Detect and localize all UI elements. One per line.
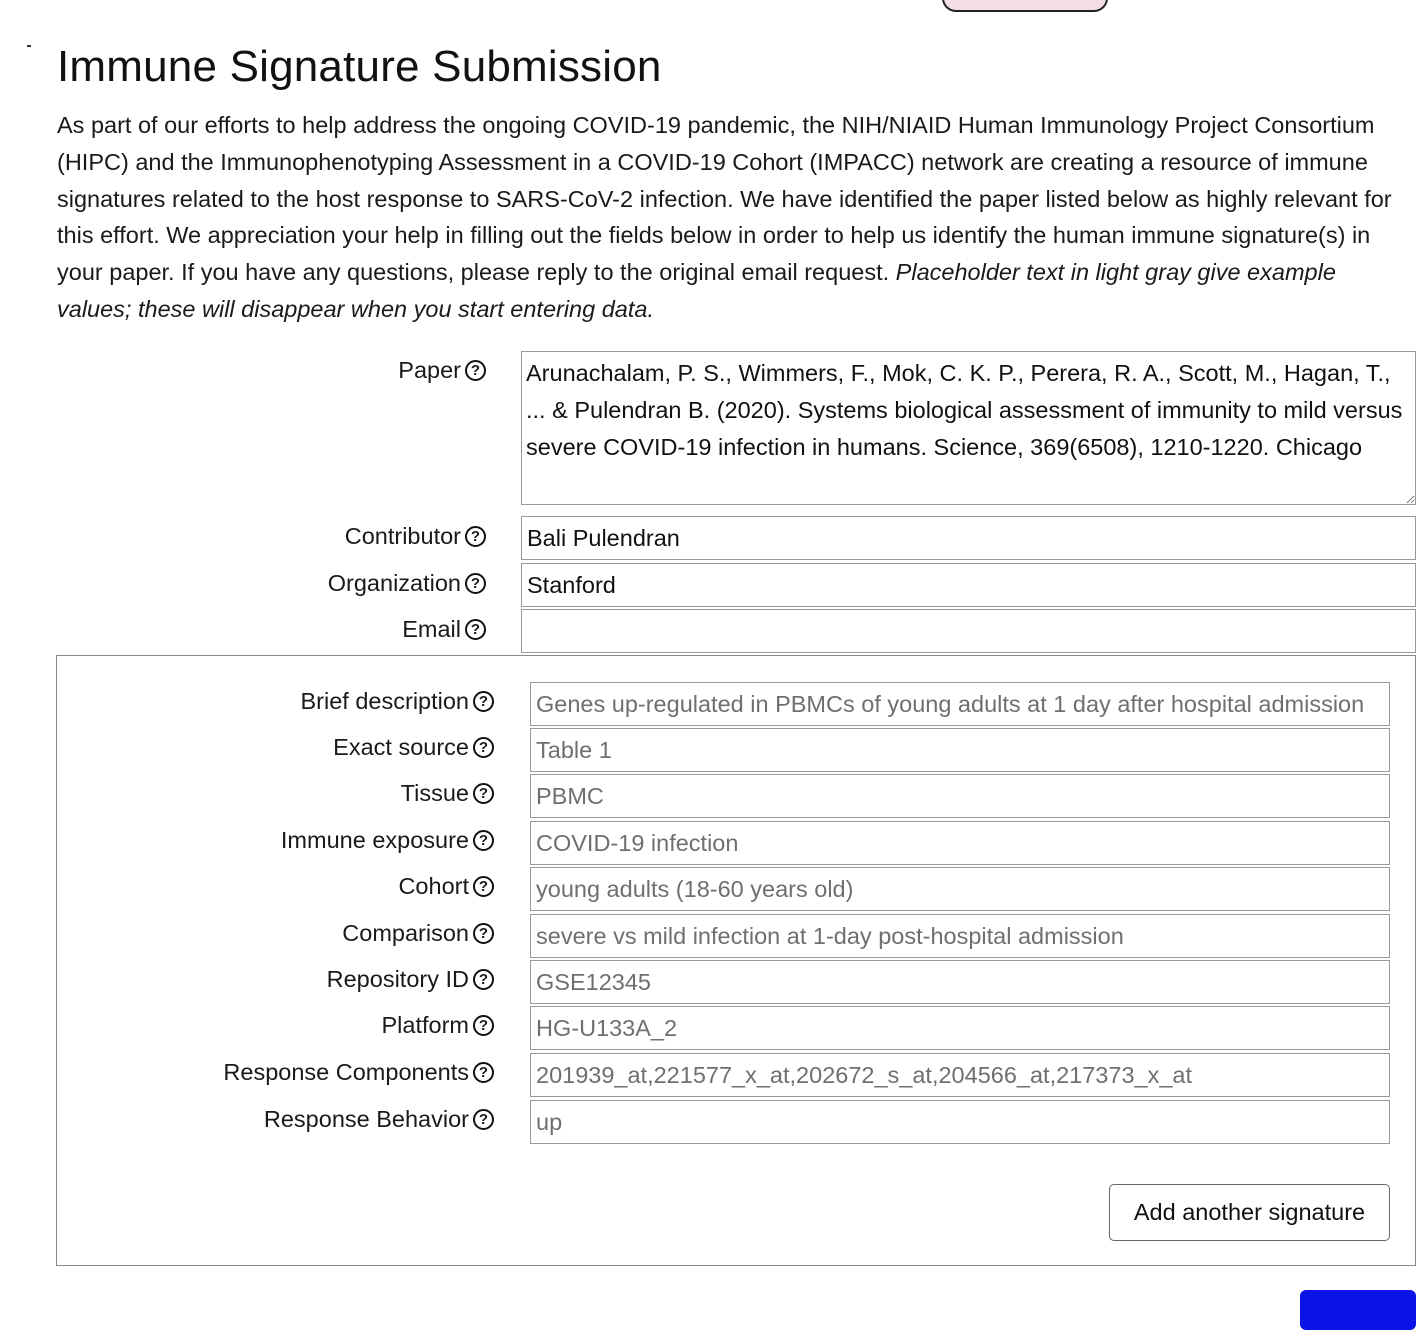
- help-question-icon[interactable]: ?: [465, 525, 486, 547]
- repository-id-input[interactable]: [530, 960, 1390, 1004]
- add-another-signature-button[interactable]: Add another signature: [1109, 1184, 1390, 1241]
- repository-id-label-text: Repository ID: [326, 965, 469, 992]
- help-question-icon[interactable]: ?: [465, 618, 486, 640]
- platform-label: Platform ?: [150, 1005, 494, 1045]
- comparison-input[interactable]: [530, 914, 1390, 958]
- platform-label-text: Platform: [381, 1011, 470, 1038]
- exact-source-label: Exact source ?: [150, 727, 494, 767]
- help-question-icon[interactable]: ?: [473, 782, 494, 804]
- brief-description-label: Brief description ?: [150, 681, 494, 721]
- email-label: Email ?: [300, 609, 486, 649]
- response-behavior-label-text: Response Behavior: [263, 1105, 469, 1132]
- help-question-icon[interactable]: ?: [473, 1014, 494, 1036]
- exact-source-label-text: Exact source: [333, 733, 469, 760]
- immune-exposure-label-text: Immune exposure: [280, 826, 469, 853]
- cohort-input[interactable]: [530, 867, 1390, 911]
- email-label-text: Email: [402, 615, 461, 642]
- help-question-icon[interactable]: ?: [473, 690, 494, 712]
- help-question-icon[interactable]: ?: [473, 968, 494, 990]
- help-question-icon[interactable]: ?: [473, 1108, 494, 1130]
- top-tab[interactable]: [942, 0, 1108, 12]
- tissue-label-text: Tissue: [400, 779, 469, 806]
- submit-button[interactable]: [1300, 1290, 1416, 1330]
- cohort-label-text: Cohort: [398, 872, 469, 899]
- tissue-input[interactable]: [530, 774, 1390, 818]
- paper-textarea[interactable]: Arunachalam, P. S., Wimmers, F., Mok, C.…: [521, 351, 1416, 505]
- response-components-label: Response Components ?: [150, 1052, 494, 1092]
- organization-input[interactable]: [521, 563, 1416, 607]
- tissue-label: Tissue ?: [150, 773, 494, 813]
- brief-description-label-text: Brief description: [300, 687, 470, 714]
- page-title: Immune Signature Submission: [57, 42, 662, 91]
- contributor-label: Contributor ?: [300, 516, 486, 556]
- help-question-icon[interactable]: ?: [465, 572, 486, 594]
- help-question-icon[interactable]: ?: [473, 922, 494, 944]
- response-components-input[interactable]: [530, 1053, 1390, 1097]
- comparison-label: Comparison ?: [150, 913, 494, 953]
- help-question-icon[interactable]: ?: [465, 359, 486, 381]
- response-components-label-text: Response Components: [223, 1058, 469, 1085]
- immune-exposure-input[interactable]: [530, 821, 1390, 865]
- contributor-input[interactable]: [521, 516, 1416, 560]
- help-question-icon[interactable]: ?: [473, 875, 494, 897]
- exact-source-input[interactable]: [530, 728, 1390, 772]
- intro-text: As part of our efforts to help address t…: [57, 107, 1407, 328]
- organization-label: Organization ?: [300, 563, 486, 603]
- contributor-label-text: Contributor: [344, 522, 461, 549]
- cohort-label: Cohort ?: [150, 866, 494, 906]
- organization-label-text: Organization: [327, 569, 461, 596]
- email-input[interactable]: [521, 609, 1416, 653]
- repository-id-label: Repository ID ?: [150, 959, 494, 999]
- paper-label-text: Paper: [398, 356, 461, 383]
- immune-exposure-label: Immune exposure ?: [150, 820, 494, 860]
- paper-label: Paper ?: [300, 350, 486, 390]
- response-behavior-label: Response Behavior ?: [150, 1099, 494, 1139]
- platform-input[interactable]: [530, 1006, 1390, 1050]
- brief-description-input[interactable]: [530, 682, 1390, 726]
- help-question-icon[interactable]: ?: [473, 736, 494, 758]
- comparison-label-text: Comparison: [342, 919, 469, 946]
- help-question-icon[interactable]: ?: [473, 1061, 494, 1083]
- corner-mark: [27, 45, 31, 47]
- help-question-icon[interactable]: ?: [473, 829, 494, 851]
- response-behavior-input[interactable]: [530, 1100, 1390, 1144]
